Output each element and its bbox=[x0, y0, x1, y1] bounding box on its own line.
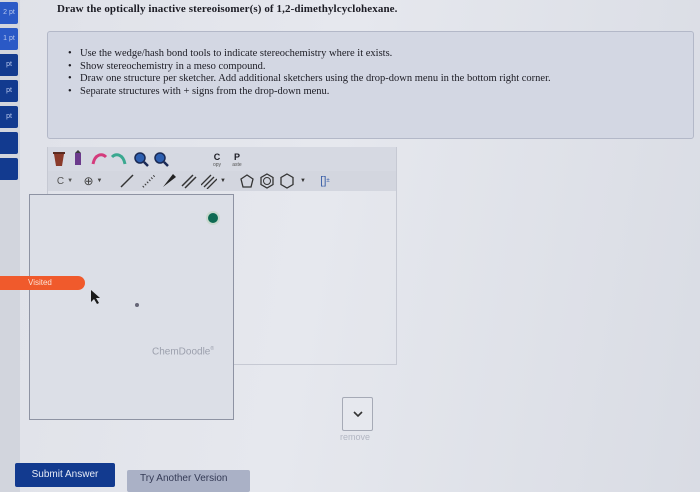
redo-icon[interactable] bbox=[110, 149, 128, 169]
question-nav-item-3[interactable]: pt bbox=[0, 54, 18, 76]
triple-bond-icon[interactable] bbox=[200, 172, 218, 190]
chemdoodle-watermark-text: ChemDoodle bbox=[152, 346, 211, 358]
question-title: Draw the optically inactive stereoisomer… bbox=[57, 3, 398, 15]
paste-button[interactable]: P aste bbox=[228, 149, 246, 171]
question-nav-strip: 2 pt 1 pt pt pt pt bbox=[0, 0, 20, 492]
instruction-item: Show stereochemistry in a meso compound. bbox=[68, 61, 690, 74]
instructions-box: Use the wedge/hash bond tools to indicat… bbox=[47, 31, 694, 139]
hash-bond-icon[interactable] bbox=[140, 172, 158, 190]
sketcher-toolbar-bottom: C ▼ ⊕ ▼ ▼ ▼ [] ± bbox=[48, 171, 396, 191]
mouse-cursor-icon bbox=[91, 290, 101, 309]
zoom-out-icon[interactable] bbox=[152, 149, 170, 169]
element-label: C bbox=[56, 175, 65, 187]
sketcher-actions-dropdown[interactable] bbox=[342, 397, 373, 431]
element-select[interactable]: C ▼ bbox=[53, 173, 77, 189]
question-nav-item-6[interactable] bbox=[0, 132, 18, 154]
chemdoodle-watermark: ChemDoodle® bbox=[152, 346, 214, 357]
instruction-item: Draw one structure per sketcher. Add add… bbox=[68, 73, 690, 86]
question-nav-item-5[interactable]: pt bbox=[0, 106, 18, 128]
copy-label: C bbox=[213, 151, 221, 162]
question-nav-item-2[interactable]: 1 pt bbox=[0, 28, 18, 50]
instructions-list: Use the wedge/hash bond tools to indicat… bbox=[68, 48, 690, 99]
submit-answer-button[interactable]: Submit Answer bbox=[15, 463, 115, 487]
wedge-bond-icon[interactable] bbox=[160, 172, 178, 190]
chevron-down-icon[interactable]: ▼ bbox=[298, 173, 308, 189]
double-bond-icon[interactable] bbox=[180, 172, 198, 190]
chevron-down-icon: ▼ bbox=[67, 178, 74, 184]
chevron-down-icon: ▼ bbox=[96, 178, 103, 184]
chemdoodle-sketcher: C opy P aste C ▼ ⊕ ▼ ▼ ▼ [] ± ChemDoodle… bbox=[29, 144, 398, 420]
zoom-in-icon[interactable] bbox=[132, 149, 150, 169]
canvas-dot bbox=[135, 303, 139, 307]
charge-plus-icon: ⊕ bbox=[83, 174, 94, 188]
sketcher-toolbar-top: C opy P aste bbox=[48, 147, 396, 171]
undo-icon[interactable] bbox=[90, 149, 108, 169]
instruction-item: Use the wedge/hash bond tools to indicat… bbox=[68, 48, 690, 61]
visited-tag: Visited bbox=[0, 276, 85, 290]
paste-sublabel: aste bbox=[232, 161, 242, 168]
registered-mark: ® bbox=[210, 346, 215, 352]
question-nav-item-7[interactable] bbox=[0, 158, 18, 180]
benzene-icon[interactable] bbox=[258, 172, 276, 190]
bracket-charge-icon[interactable]: [] ± bbox=[316, 172, 334, 190]
chevron-down-icon bbox=[352, 410, 363, 417]
cyclohexane-icon[interactable] bbox=[278, 172, 296, 190]
try-another-version-button[interactable]: Try Another Version bbox=[127, 470, 250, 492]
question-nav-item-4[interactable]: pt bbox=[0, 80, 18, 102]
question-nav-item-1[interactable]: 2 pt bbox=[0, 2, 18, 24]
remove-label: remove bbox=[340, 432, 371, 442]
copy-button[interactable]: C opy bbox=[208, 149, 226, 171]
clear-icon[interactable] bbox=[50, 149, 68, 169]
sketcher-canvas[interactable] bbox=[29, 194, 234, 420]
copy-sublabel: opy bbox=[212, 161, 222, 168]
paste-label: P bbox=[233, 151, 240, 162]
chevron-down-icon[interactable]: ▼ bbox=[218, 173, 228, 189]
cyclopentane-icon[interactable] bbox=[238, 172, 256, 190]
erase-icon[interactable] bbox=[70, 149, 86, 169]
instruction-item: Separate structures with + signs from th… bbox=[68, 86, 690, 99]
charge-select[interactable]: ⊕ ▼ bbox=[80, 173, 106, 189]
single-bond-icon[interactable] bbox=[118, 172, 136, 190]
status-icon bbox=[206, 211, 220, 225]
